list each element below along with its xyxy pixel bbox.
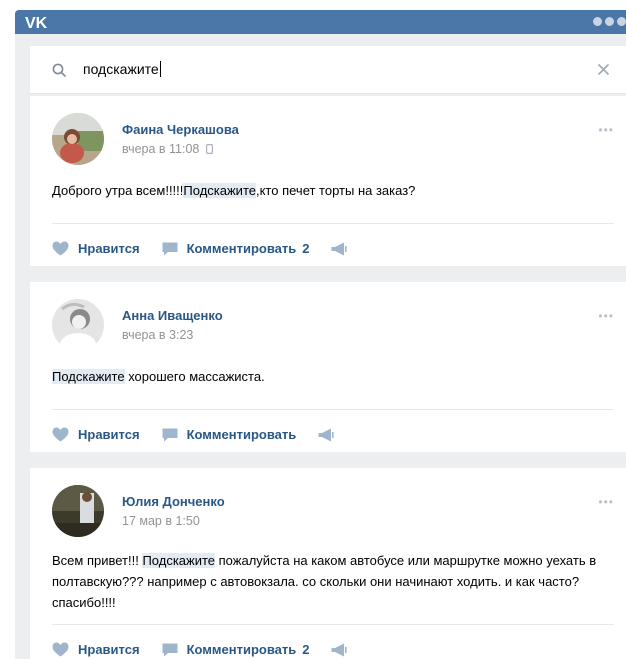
- megaphone-icon: [331, 242, 348, 255]
- post-actions: Нравится Комментировать 2: [52, 642, 378, 657]
- more-options-icon[interactable]: •••: [598, 123, 614, 137]
- heart-icon: [52, 642, 69, 657]
- close-icon[interactable]: [597, 63, 610, 76]
- search-bar: подскажите: [30, 46, 626, 94]
- share-button[interactable]: [331, 242, 356, 256]
- comment-button[interactable]: Комментировать 2: [162, 642, 310, 657]
- comment-count: 2: [302, 642, 310, 657]
- like-button[interactable]: Нравится: [52, 642, 140, 657]
- like-label: Нравится: [78, 241, 140, 256]
- avatar[interactable]: [52, 485, 104, 537]
- comment-count: 2: [302, 241, 310, 256]
- vk-window: VK подскажите Фаина Черкашова вчера в 11…: [15, 10, 626, 659]
- post-time[interactable]: вчера в 11:08: [122, 142, 213, 156]
- divider: [52, 409, 614, 410]
- search-input[interactable]: подскажите: [83, 61, 161, 77]
- post: Анна Иващенко вчера в 3:23 ••• Подскажит…: [30, 282, 626, 452]
- like-label: Нравится: [78, 427, 140, 442]
- like-button[interactable]: Нравится: [52, 241, 140, 256]
- like-label: Нравится: [78, 642, 140, 657]
- post-text: Всем привет!!! Подскажите пожалуйста на …: [52, 550, 606, 613]
- post-author[interactable]: Фаина Черкашова: [122, 122, 239, 137]
- avatar[interactable]: [52, 299, 104, 351]
- divider: [52, 624, 614, 625]
- comment-label: Комментировать: [186, 427, 297, 442]
- post: Юлия Донченко 17 мар в 1:50 ••• Всем при…: [30, 468, 626, 659]
- top-bar: VK: [15, 10, 626, 34]
- search-highlight: Подскажите: [183, 183, 256, 198]
- more-options-icon[interactable]: •••: [598, 495, 614, 509]
- post-text-part: ,кто печет торты на заказ?: [255, 183, 416, 198]
- vk-logo-icon[interactable]: VK: [25, 14, 51, 30]
- post-text-part: хорошего массажиста.: [124, 369, 265, 384]
- post-time[interactable]: вчера в 3:23: [122, 328, 193, 342]
- like-button[interactable]: Нравится: [52, 427, 140, 442]
- search-highlight: Подскажите: [52, 369, 125, 384]
- post-text: Доброго утра всем!!!!!Подскажите,кто печ…: [52, 180, 606, 201]
- post-text: Подскажите хорошего массажиста.: [52, 366, 606, 387]
- comment-icon: [162, 428, 178, 441]
- heart-icon: [52, 241, 69, 256]
- svg-text:VK: VK: [25, 15, 48, 30]
- three-dots-icon[interactable]: [593, 17, 626, 26]
- phone-icon: [205, 144, 213, 155]
- search-icon: [52, 63, 66, 77]
- post-text-part: Доброго утра всем!!!!!: [52, 183, 184, 198]
- avatar[interactable]: [52, 113, 104, 165]
- post-text-part: Всем привет!!!: [52, 553, 143, 568]
- heart-icon: [52, 427, 69, 442]
- post-time[interactable]: 17 мар в 1:50: [122, 514, 200, 528]
- divider: [52, 223, 614, 224]
- search-highlight: Подскажите: [142, 553, 216, 568]
- post: Фаина Черкашова вчера в 11:08 ••• Доброг…: [30, 96, 626, 266]
- comment-button[interactable]: Комментировать: [162, 427, 297, 442]
- more-options-icon[interactable]: •••: [598, 309, 614, 323]
- comment-button[interactable]: Комментировать 2: [162, 241, 310, 256]
- megaphone-icon: [331, 643, 348, 656]
- post-author[interactable]: Анна Иващенко: [122, 308, 223, 323]
- share-button[interactable]: [318, 428, 343, 442]
- comment-icon: [162, 643, 178, 656]
- comment-icon: [162, 242, 178, 255]
- post-time-label: вчера в 11:08: [122, 142, 200, 156]
- megaphone-icon: [318, 428, 334, 441]
- comment-label: Комментировать: [186, 642, 297, 657]
- comment-label: Комментировать: [186, 241, 297, 256]
- share-button[interactable]: [331, 643, 356, 657]
- post-actions: Нравится Комментировать: [52, 427, 365, 442]
- post-author[interactable]: Юлия Донченко: [122, 494, 225, 509]
- post-actions: Нравится Комментировать 2: [52, 241, 378, 256]
